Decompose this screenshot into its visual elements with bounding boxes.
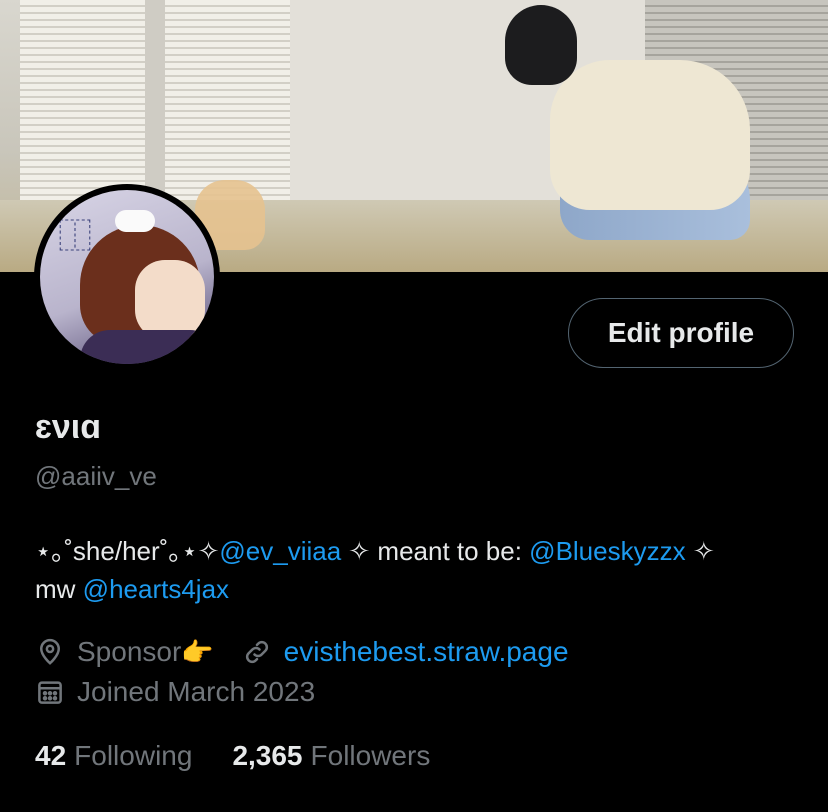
followers-count: 2,365 [232, 740, 303, 771]
profile-meta-row-2: Joined March 2023 [35, 676, 315, 708]
avatar-image: ⿰ [40, 190, 214, 364]
user-handle: @aaiiv_ve [35, 461, 157, 491]
link-icon [242, 637, 272, 667]
location-text: Sponsor [77, 636, 182, 667]
pointing-hand-emoji: 👉 [181, 636, 214, 667]
bio-line2-prefix: mw [35, 574, 83, 604]
profile-meta-row-1: Sponsor 👉 evisthebest.straw.page [35, 636, 569, 668]
followers-link[interactable]: 2,365 Followers [232, 740, 430, 772]
banner-person-sweater [550, 60, 750, 210]
display-name: ɛνιɑ [35, 408, 102, 446]
following-label: Following [74, 740, 193, 771]
avatar-body [80, 330, 214, 364]
profile-avatar[interactable]: ⿰ [34, 184, 220, 370]
avatar-decoration: ⿰ [58, 217, 92, 257]
avatar-bird [115, 210, 155, 232]
bio-prefix: ⋆｡˚she/her˚｡⋆✧ [35, 536, 220, 566]
avatar-face [135, 260, 205, 340]
bio-suffix: ✧ [685, 536, 715, 566]
joined-date: Joined March 2023 [77, 676, 316, 707]
following-count: 42 [35, 740, 67, 771]
calendar-icon [35, 677, 65, 707]
banner-pillar [145, 0, 165, 215]
edit-profile-button[interactable]: Edit profile [568, 298, 794, 368]
bio-mention-hearts4jax[interactable]: @hearts4jax [83, 574, 229, 604]
bio-mid: ✧ meant to be: [341, 536, 530, 566]
bio-mention-blueskyzzx[interactable]: @Blueskyzzx [529, 536, 685, 566]
profile-bio: ⋆｡˚she/her˚｡⋆✧@ev_viiaa ✧ meant to be: @… [35, 532, 805, 608]
following-link[interactable]: 42 Following [35, 740, 192, 772]
website-link[interactable]: evisthebest.straw.page [284, 636, 569, 668]
location-pin-icon [35, 637, 65, 667]
banner-person-head [505, 5, 577, 85]
followers-label: Followers [310, 740, 431, 771]
bio-mention-ev-viiaa[interactable]: @ev_viiaa [219, 536, 341, 566]
profile-stats: 42 Following 2,365 Followers [35, 740, 430, 772]
